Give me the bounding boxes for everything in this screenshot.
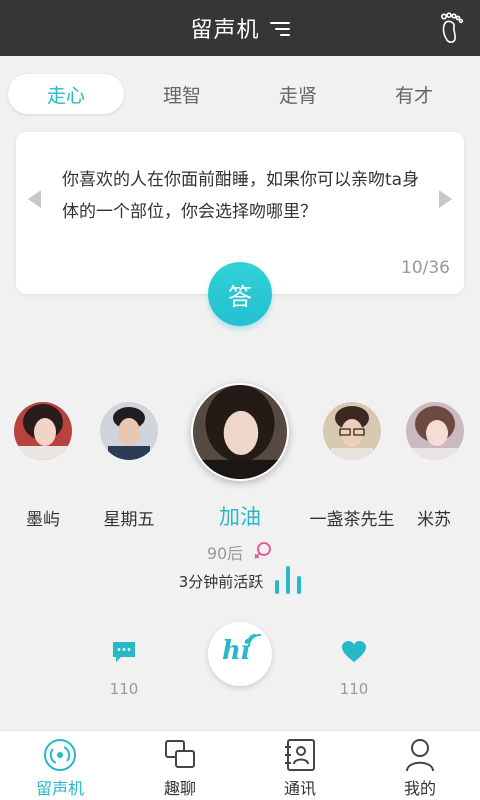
nav-label-gramophone: 留声机: [35, 779, 84, 798]
chat-squares-icon: [165, 740, 195, 768]
nav-me[interactable]: 我的: [360, 731, 480, 800]
tab-youcai[interactable]: 有才: [356, 74, 472, 114]
tab-zouxin[interactable]: 走心: [8, 74, 124, 114]
voice-bars-icon: [275, 566, 302, 594]
question-text: 你喜欢的人在你面前酣睡，如果你可以亲吻ta身体的一个部位，你会选择吻哪里？: [62, 170, 420, 222]
tab-zoushen[interactable]: 走肾: [240, 74, 356, 114]
active-status-row: 3分钟前活跃: [0, 566, 480, 594]
heart-icon: [342, 641, 366, 662]
answer-button[interactable]: 答: [208, 262, 272, 326]
nav-chat[interactable]: 趣聊: [120, 731, 240, 800]
header-title-group[interactable]: 留声机: [0, 0, 480, 56]
profile-info-row: 90后: [0, 540, 480, 564]
active-status: 3分钟前活跃: [178, 573, 264, 591]
avatar-user-4[interactable]: [323, 402, 381, 460]
message-action[interactable]: 110: [94, 640, 154, 698]
prev-question-arrow-icon[interactable]: [28, 190, 41, 208]
nav-label-chat: 趣聊: [163, 779, 196, 798]
nav-label-contacts: 通讯: [283, 779, 316, 798]
contacts-icon: [285, 739, 315, 771]
user-name-1[interactable]: 墨屿: [8, 505, 78, 530]
category-tabs: 走心 理智 走肾 有才: [8, 74, 472, 116]
user-name-selected[interactable]: 加油: [190, 501, 290, 531]
avatar-user-1[interactable]: [14, 402, 72, 460]
bottom-nav: 留声机 趣聊 通讯 我的: [0, 730, 480, 800]
female-icon: [254, 542, 272, 559]
person-icon: [406, 739, 434, 772]
filter-icon[interactable]: [269, 20, 290, 36]
tab-lizhi[interactable]: 理智: [124, 74, 240, 114]
user-name-5[interactable]: 米苏: [404, 505, 464, 530]
question-counter: 10/36: [401, 258, 450, 278]
signal-waves-icon: [248, 634, 261, 647]
avatar-user-2[interactable]: [100, 402, 158, 460]
nav-gramophone[interactable]: 留声机: [0, 731, 120, 800]
avatar-user-selected[interactable]: [191, 383, 289, 481]
age-label: 90后: [206, 544, 244, 563]
like-action[interactable]: 110: [324, 640, 384, 698]
say-hi-button[interactable]: hi: [208, 622, 272, 686]
header: 留声机: [0, 0, 480, 56]
gramophone-icon: [44, 739, 76, 771]
nav-contacts[interactable]: 通讯: [240, 731, 360, 800]
message-icon: [113, 642, 135, 662]
message-count: 110: [109, 680, 139, 698]
next-question-arrow-icon[interactable]: [439, 190, 452, 208]
user-name-2[interactable]: 星期五: [94, 505, 164, 530]
like-count: 110: [339, 680, 369, 698]
avatar-user-5[interactable]: [406, 402, 464, 460]
hi-label: hi: [222, 636, 251, 666]
page-title: 留声机: [190, 18, 260, 43]
footprint-icon[interactable]: [436, 12, 466, 44]
user-name-4[interactable]: 一盏茶先生: [306, 505, 398, 530]
nav-label-me: 我的: [403, 779, 436, 798]
